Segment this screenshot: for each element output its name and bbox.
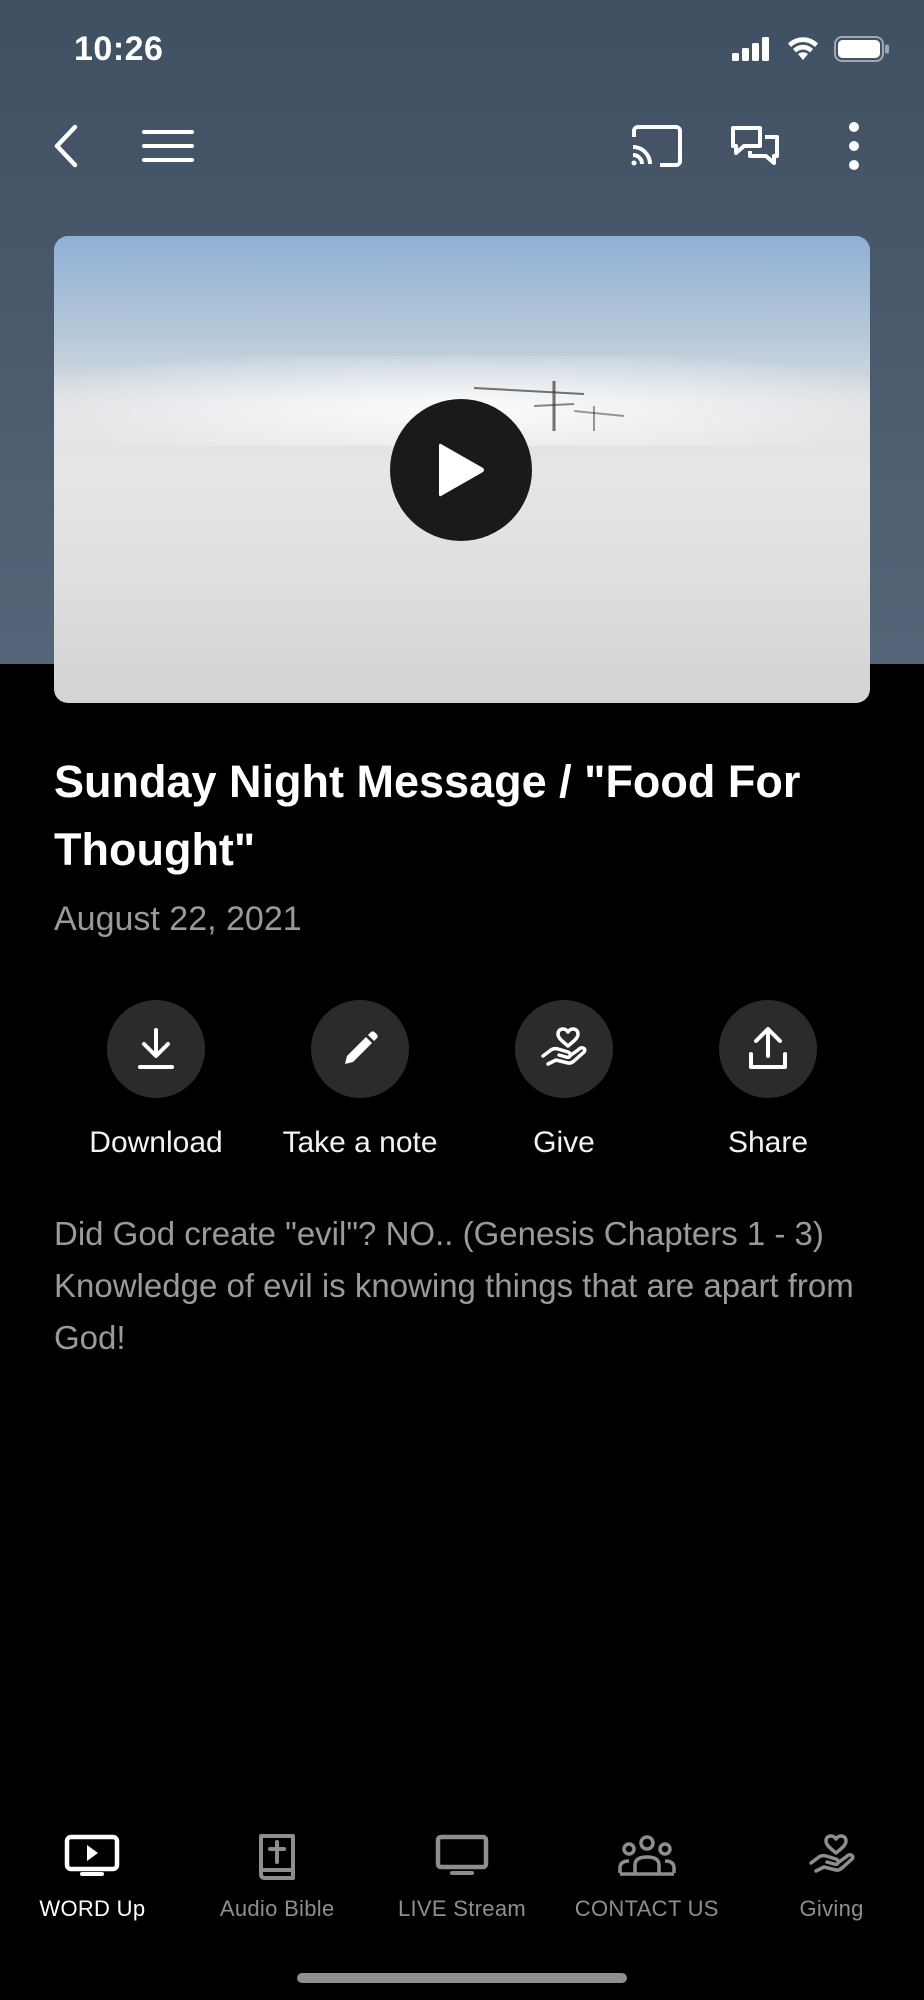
share-button[interactable] [719,1000,817,1098]
cast-button[interactable] [628,118,684,174]
back-button[interactable] [38,118,94,174]
download-icon [138,1028,174,1069]
tab-audio-bible-label: Audio Bible [219,1896,335,1921]
status-time: 10:26 [74,30,164,68]
share-label: Share [727,1126,809,1159]
play-button[interactable] [390,399,532,541]
tab-word-up[interactable]: WORD Up [0,1830,185,1922]
description-line-2: Knowledge of evil is knowing things that… [54,1267,854,1356]
giving-hand-icon [541,1027,587,1066]
tv-play-icon [65,1834,120,1876]
chevron-left-icon [54,124,78,168]
home-indicator [297,1973,627,1983]
take-note-button[interactable] [311,1000,409,1098]
description-line-1: Did God create "evil"? NO.. (Genesis Cha… [54,1215,824,1252]
action-row: Download Take a note Give Share [54,1000,870,1160]
more-options-button[interactable] [826,118,882,174]
wifi-icon [788,37,818,60]
take-note-action[interactable]: Take a note [258,1000,462,1160]
give-label: Give [533,1126,595,1159]
tab-giving[interactable]: Giving [739,1830,924,1922]
menu-button[interactable] [140,118,196,174]
tab-audio-bible[interactable]: Audio Bible [185,1830,370,1922]
monitor-icon [435,1834,489,1875]
hamburger-menu-icon [142,130,194,162]
tab-live-stream-label: LIVE Stream [397,1896,526,1921]
battery-icon [834,36,889,62]
tab-contact-us[interactable]: CONTACT US [554,1830,739,1922]
message-description: Did God create "evil"? NO.. (Genesis Cha… [54,1208,874,1364]
more-vertical-icon [849,122,859,170]
chat-bubbles-icon [731,126,779,165]
bottom-tab-bar: WORD Up Audio Bible LIVE Stream CONTACT … [0,1830,924,1922]
download-label: Download [89,1126,223,1159]
cast-icon [631,125,682,167]
share-action[interactable]: Share [666,1000,870,1160]
giving-hand-icon [808,1834,855,1873]
pencil-icon [345,1031,378,1064]
take-note-label: Take a note [282,1126,438,1159]
tab-giving-label: Giving [799,1896,864,1921]
give-action[interactable]: Give [462,1000,666,1160]
message-date: August 22, 2021 [54,900,302,938]
give-button[interactable] [515,1000,613,1098]
download-action[interactable]: Download [54,1000,258,1160]
tab-contact-us-label: CONTACT US [574,1896,719,1921]
people-icon [618,1835,676,1876]
message-title: Sunday Night Message / "Food For Thought… [54,756,801,875]
cellular-signal-icon [732,37,769,61]
chat-button[interactable] [727,118,783,174]
status-icons [732,36,890,62]
share-icon [749,1027,787,1069]
download-button[interactable] [107,1000,205,1098]
tab-live-stream[interactable]: LIVE Stream [370,1830,555,1922]
play-icon [439,443,484,497]
tab-word-up-label: WORD Up [39,1896,146,1921]
video-player[interactable] [54,236,870,703]
bible-icon [259,1834,296,1880]
